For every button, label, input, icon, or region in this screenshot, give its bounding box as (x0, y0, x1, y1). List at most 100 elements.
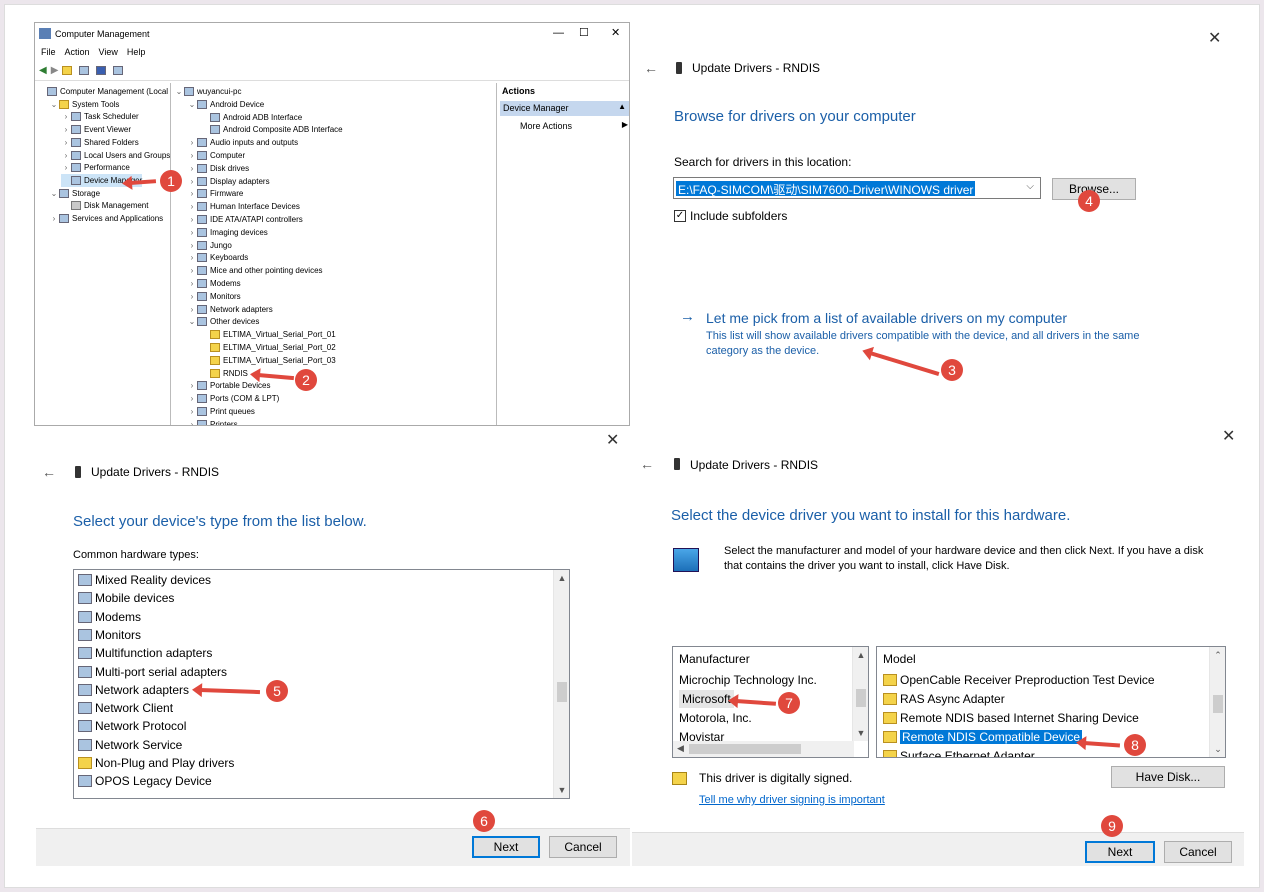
device-monitors[interactable]: › Monitors (187, 290, 241, 303)
manufacturer-microsoft[interactable]: Microsoft (679, 690, 734, 708)
hardware-type-network-protocol[interactable]: Network Protocol (78, 717, 186, 735)
expand-icon[interactable]: › (187, 177, 197, 186)
device-rndis[interactable]: RNDIS (200, 367, 248, 380)
tree-item-local-users-and-groups[interactable]: › Local Users and Groups (61, 149, 170, 162)
back-arrow-icon[interactable]: ← (644, 60, 658, 76)
folder-icon[interactable] (62, 66, 73, 75)
expand-icon[interactable]: › (187, 420, 197, 425)
device-jungo[interactable]: › Jungo (187, 239, 232, 252)
expand-icon[interactable]: ⌄ (174, 87, 184, 96)
expand-icon[interactable]: › (61, 138, 71, 147)
back-arrow-icon[interactable]: ← (640, 456, 654, 472)
expand-icon[interactable]: › (187, 202, 197, 211)
device-ports-com-lpt[interactable]: › Ports (COM & LPT) (187, 392, 279, 405)
expand-icon[interactable]: ⌄ (187, 317, 197, 326)
vertical-scrollbar[interactable]: ⌃ ⌄ (1209, 647, 1225, 757)
expand-icon[interactable]: › (187, 151, 197, 160)
include-subfolders-checkbox[interactable]: ✓ (674, 210, 686, 222)
hardware-type-modems[interactable]: Modems (78, 608, 141, 626)
tree-item-system-tools[interactable]: ⌄ System Tools (49, 98, 119, 111)
hardware-type-multi-port-serial-adapters[interactable]: Multi-port serial adapters (78, 663, 227, 681)
tree-item-services-and-applications[interactable]: › Services and Applications (49, 212, 163, 225)
device-human-interface-devices[interactable]: › Human Interface Devices (187, 200, 300, 213)
menu-file[interactable]: File (41, 47, 56, 57)
expand-icon[interactable]: › (187, 189, 197, 198)
expand-icon[interactable]: › (187, 407, 197, 416)
collapse-icon[interactable]: ▲ (618, 102, 626, 111)
pick-from-list-link[interactable]: Let me pick from a list of available dri… (706, 310, 1067, 326)
actions-device-manager[interactable]: Device Manager ▲ (500, 101, 629, 116)
device-printers[interactable]: › Printers (187, 418, 238, 425)
expand-icon[interactable]: ⌄ (49, 189, 59, 198)
expand-icon[interactable]: › (187, 394, 197, 403)
device-wuyancui-pc[interactable]: ⌄ wuyancui-pc (174, 85, 241, 98)
tree-item-disk-management[interactable]: Disk Management (61, 199, 148, 212)
maximize-button[interactable]: ☐ (579, 26, 589, 39)
back-arrow-icon[interactable]: ← (42, 464, 56, 480)
device-print-queues[interactable]: › Print queues (187, 405, 255, 418)
expand-icon[interactable]: › (187, 292, 197, 301)
device-android-composite-adb-interface[interactable]: Android Composite ADB Interface (200, 123, 343, 136)
device-eltima-virtual-serial-port-01[interactable]: ELTIMA_Virtual_Serial_Port_01 (200, 328, 336, 341)
device-eltima-virtual-serial-port-02[interactable]: ELTIMA_Virtual_Serial_Port_02 (200, 341, 336, 354)
actions-more[interactable]: More Actions (520, 121, 572, 131)
scroll-thumb[interactable] (1213, 695, 1223, 713)
menu-action[interactable]: Action (65, 47, 90, 57)
device-firmware[interactable]: › Firmware (187, 187, 243, 200)
hardware-type-network-service[interactable]: Network Service (78, 736, 182, 754)
tree-item-shared-folders[interactable]: › Shared Folders (61, 136, 139, 149)
expand-icon[interactable]: › (61, 163, 71, 172)
minimize-button[interactable]: — (553, 27, 564, 39)
model-surface-ethernet-adapter[interactable]: Surface Ethernet Adapter (883, 747, 1035, 757)
manufacturer-movistar[interactable]: Movistar (679, 728, 724, 746)
hardware-types-list[interactable]: ▲ ▼ Mixed Reality devices Mobile devices Mo… (73, 569, 570, 799)
vertical-scrollbar[interactable]: ▲ ▼ (852, 647, 868, 741)
expand-icon[interactable]: › (187, 228, 197, 237)
hardware-type-network-client[interactable]: Network Client (78, 699, 173, 717)
device-keyboards[interactable]: › Keyboards (187, 251, 248, 264)
vertical-scrollbar[interactable]: ▲ ▼ (553, 570, 569, 798)
help-icon[interactable] (96, 66, 107, 75)
model-opencable-receiver-preproduction-test-device[interactable]: OpenCable Receiver Preproduction Test De… (883, 671, 1155, 689)
device-network-adapters[interactable]: › Network adapters (187, 303, 273, 316)
tree-item-event-viewer[interactable]: › Event Viewer (61, 123, 131, 136)
next-button[interactable]: Next (1085, 841, 1155, 863)
hardware-type-non-plug-and-play-drivers[interactable]: Non-Plug and Play drivers (78, 754, 234, 772)
device-mice-and-other-pointing-devices[interactable]: › Mice and other pointing devices (187, 264, 323, 277)
model-remote-ndis-compatible-device[interactable]: Remote NDIS Compatible Device (883, 728, 1083, 746)
device-audio-inputs-and-outputs[interactable]: › Audio inputs and outputs (187, 136, 298, 149)
expand-icon[interactable]: › (61, 112, 71, 121)
model-remote-ndis-based-internet-sharing-device[interactable]: Remote NDIS based Internet Sharing Devic… (883, 709, 1139, 727)
device-android-device[interactable]: ⌄ Android Device (187, 98, 264, 111)
path-input[interactable]: E:\FAQ-SIMCOM\驱动\SIM7600-Driver\WINOWS d… (676, 181, 976, 197)
scroll-thumb[interactable] (856, 689, 866, 707)
device-eltima-virtual-serial-port-03[interactable]: ELTIMA_Virtual_Serial_Port_03 (200, 354, 336, 367)
device-imaging-devices[interactable]: › Imaging devices (187, 226, 268, 239)
expand-icon[interactable]: ⌄ (187, 100, 197, 109)
cancel-button[interactable]: Cancel (1164, 841, 1232, 863)
expand-icon[interactable]: › (187, 164, 197, 173)
forward-arrow-icon[interactable]: ▶ (51, 65, 59, 76)
properties-icon[interactable] (113, 66, 124, 75)
device-other-devices[interactable]: ⌄ Other devices (187, 315, 259, 328)
device-computer[interactable]: › Computer (187, 149, 245, 162)
scroll-up-icon[interactable]: ▲ (554, 570, 569, 586)
expand-icon[interactable]: › (61, 151, 71, 160)
expand-icon[interactable]: › (187, 215, 197, 224)
close-icon[interactable]: ✕ (606, 430, 619, 450)
scroll-down-icon[interactable]: ▼ (853, 725, 868, 741)
device-modems[interactable]: › Modems (187, 277, 241, 290)
manufacturer-microchip-technology-inc[interactable]: Microchip Technology Inc. (679, 671, 817, 689)
expand-icon[interactable]: › (187, 305, 197, 314)
tree-item-task-scheduler[interactable]: › Task Scheduler (61, 110, 139, 123)
chevron-down-icon[interactable]: ⌵ (1026, 181, 1034, 192)
hardware-type-mobile-devices[interactable]: Mobile devices (78, 589, 174, 607)
hardware-type-network-adapters[interactable]: Network adapters (78, 681, 189, 699)
hardware-type-opos-legacy-device[interactable]: OPOS Legacy Device (78, 772, 212, 790)
driver-signing-link[interactable]: Tell me why driver signing is important (699, 794, 885, 806)
hardware-type-multifunction-adapters[interactable]: Multifunction adapters (78, 644, 212, 662)
back-arrow-icon[interactable]: ◀ (39, 65, 47, 76)
hardware-type-monitors[interactable]: Monitors (78, 626, 141, 644)
console-icon[interactable] (79, 66, 90, 75)
expand-icon[interactable]: › (49, 214, 59, 223)
